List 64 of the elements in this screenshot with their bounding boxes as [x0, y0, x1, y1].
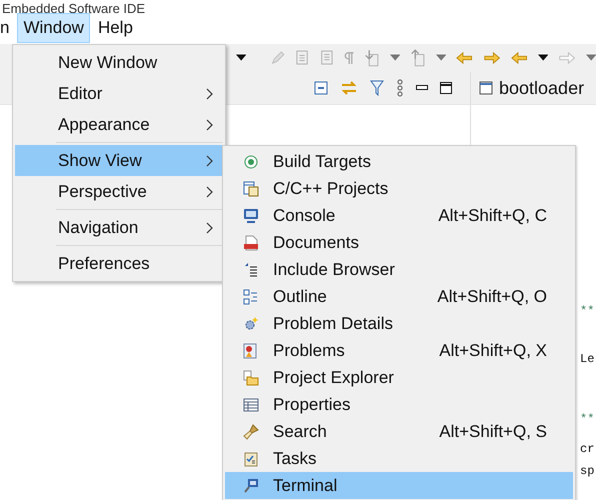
chevron-right-icon [206, 118, 213, 130]
code-text: ** [580, 303, 594, 319]
code-text: sp [580, 463, 594, 479]
dropdown-arrow-icon[interactable] [538, 54, 548, 62]
document-icon[interactable] [296, 49, 310, 67]
table-icon [243, 398, 259, 412]
pdf-file-icon [243, 234, 259, 250]
pencil-icon[interactable] [270, 49, 286, 67]
gear-icon [243, 316, 259, 332]
window-title: Embedded Software IDE [1, 3, 146, 15]
terminal-icon [243, 478, 259, 494]
collapse-icon[interactable] [314, 81, 328, 95]
menu-item[interactable]: Console Alt+Shift+Q, C [225, 202, 573, 229]
projects-icon [243, 180, 259, 196]
back-arrow-icon[interactable] [510, 50, 528, 66]
menu-item[interactable]: Include Browser [225, 256, 573, 283]
menu-item[interactable]: C/C++ Projects [225, 175, 573, 202]
folder-icon [243, 370, 259, 386]
up-arrow-icon[interactable] [410, 48, 426, 68]
menu-item[interactable]: Terminal [225, 472, 573, 499]
menu-item[interactable]: Outline Alt+Shift+Q, O [225, 283, 573, 310]
chevron-right-icon [206, 154, 213, 166]
menu-bar-item[interactable]: n [0, 13, 16, 43]
code-text: Le [580, 351, 594, 367]
menu-item[interactable]: Problem Details [225, 310, 573, 337]
menu-item[interactable]: Tasks [225, 445, 573, 472]
menu-item[interactable]: New Window [15, 47, 223, 78]
menu-item[interactable]: Project Explorer [225, 364, 573, 391]
menu-item[interactable]: Perspective [15, 176, 223, 207]
menu-item[interactable]: Documents [225, 229, 573, 256]
code-text: cr [580, 441, 594, 457]
outline-icon [243, 288, 259, 304]
more-icon[interactable] [396, 79, 404, 97]
menu-item[interactable]: Search Alt+Shift+Q, S [225, 418, 573, 445]
list-icon [243, 262, 259, 278]
pilcrow-icon[interactable] [344, 50, 354, 66]
menu-item[interactable]: Appearance [15, 109, 223, 140]
back-arrow-icon[interactable] [456, 50, 474, 66]
menu-item[interactable]: Problems Alt+Shift+Q, X [225, 337, 573, 364]
forward-arrow-icon[interactable] [558, 50, 576, 66]
flashlight-icon [243, 424, 259, 440]
menu-item[interactable]: Show View [15, 140, 223, 176]
file-icon [479, 81, 493, 95]
link-arrows-icon[interactable] [340, 80, 358, 96]
forward-arrow-icon[interactable] [483, 50, 501, 66]
chevron-right-icon [206, 186, 213, 198]
filter-icon[interactable] [370, 80, 384, 96]
chevron-right-icon [206, 88, 213, 100]
menu-item[interactable]: Editor [15, 78, 223, 109]
menu-item[interactable]: Properties [225, 391, 573, 418]
chevron-right-icon [206, 222, 213, 234]
down-arrow-icon[interactable] [364, 48, 380, 68]
code-text: ** [580, 411, 594, 427]
menu-bar-item[interactable]: Help [92, 13, 139, 43]
maximize-icon[interactable] [440, 82, 452, 94]
target-icon [244, 154, 258, 168]
monitor-icon [243, 208, 259, 224]
dropdown-arrow-icon[interactable] [236, 54, 246, 62]
problems-icon [243, 342, 259, 358]
menu-item[interactable]: Build Targets [225, 148, 573, 175]
clipboard-icon [243, 450, 259, 466]
menu-bar-item[interactable]: Window [17, 13, 90, 43]
minimize-icon[interactable] [416, 85, 428, 91]
document-icon[interactable] [320, 49, 334, 67]
